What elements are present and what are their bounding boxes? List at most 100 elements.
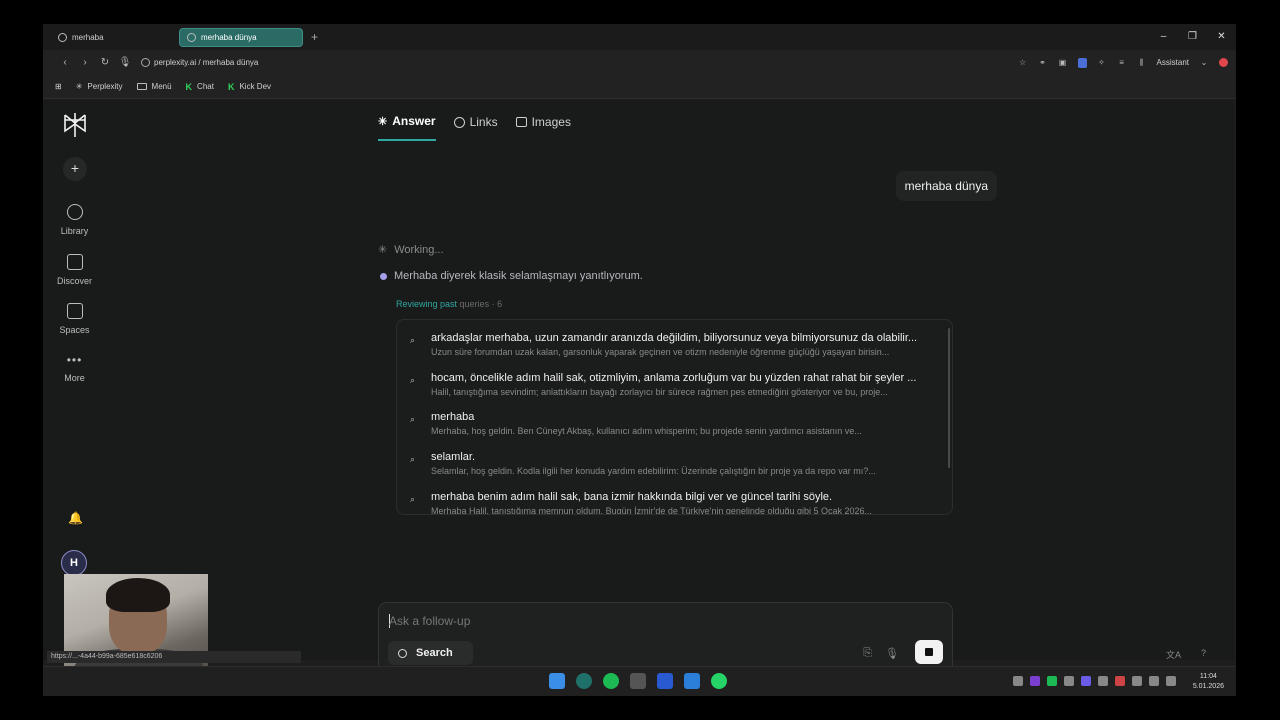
- webcam-hair: [106, 578, 170, 612]
- sidebar-item-label: Discover: [56, 276, 92, 286]
- bookmark-star-icon[interactable]: ☆: [1018, 58, 1028, 67]
- tray-chevron-icon[interactable]: [1013, 676, 1023, 686]
- kick-icon: K: [227, 81, 235, 92]
- tray-settings-icon[interactable]: [1064, 676, 1074, 686]
- arc-app-icon[interactable]: [657, 673, 673, 689]
- browser-tab-merhaba[interactable]: merhaba: [51, 28, 175, 47]
- perplexity-icon: ✳: [75, 82, 83, 91]
- step-dot-icon: [380, 272, 387, 280]
- minimize-button[interactable]: –: [1149, 24, 1178, 50]
- stop-button[interactable]: [915, 640, 943, 664]
- screenshot-icon[interactable]: ▣: [1058, 58, 1068, 67]
- windows-taskbar: 11:04 5.01.2026: [43, 666, 1236, 696]
- perplexity-logo-icon[interactable]: [63, 112, 87, 138]
- tray-spotify-icon[interactable]: [1047, 676, 1057, 686]
- past-queries-list[interactable]: ⌕ arkadaşlar merhaba, uzun zamandır aran…: [396, 319, 953, 515]
- whatsapp-icon[interactable]: [711, 673, 727, 689]
- url-field[interactable]: perplexity.ai / merhaba dünya: [141, 58, 258, 67]
- close-window-button[interactable]: ✕: [1207, 24, 1236, 50]
- bookmark-chat[interactable]: K Chat: [186, 82, 214, 92]
- more-icon: •••: [66, 353, 83, 367]
- url-text: perplexity.ai / merhaba dünya: [154, 58, 259, 67]
- tab-bar: merhaba merhaba dünya + – ❐ ✕: [43, 24, 1236, 50]
- browser-app-icon[interactable]: [576, 673, 592, 689]
- microphone-icon[interactable]: 🎙: [885, 647, 899, 660]
- extensions-icon[interactable]: ✧: [1097, 58, 1107, 67]
- search-doc-icon: ⌕: [410, 414, 416, 424]
- link-icon[interactable]: ⚭: [1038, 58, 1048, 67]
- tab-label: merhaba: [72, 32, 104, 42]
- perplexity-app: + Library Discover Spaces ••• More 🔔 H ✳…: [43, 100, 1234, 674]
- reviewing-queries-label: Reviewing past queries · 6: [396, 299, 503, 309]
- site-info-icon[interactable]: [141, 58, 150, 67]
- tray-red-icon[interactable]: [1115, 676, 1125, 686]
- mic-icon[interactable]: 🎙: [115, 57, 135, 68]
- status-bar-url: https://...-4a44-b99a-685e618c6206: [47, 651, 301, 663]
- restore-button[interactable]: ❐: [1178, 24, 1207, 50]
- taskbar-apps: [549, 673, 727, 689]
- notifications-bell-icon[interactable]: 🔔: [68, 511, 83, 525]
- sidebar-item-more[interactable]: ••• More: [43, 353, 106, 383]
- search-doc-icon: ⌕: [410, 335, 416, 345]
- bookmarks-bar: ⊞ ✳ Perplexity Menü K Chat K Kick Dev: [43, 75, 1236, 99]
- volume-icon[interactable]: [1149, 676, 1159, 686]
- bookmark-menu[interactable]: Menü: [136, 82, 172, 91]
- assistant-button[interactable]: Assistant: [1157, 58, 1189, 67]
- sidebar-item-label: Library: [60, 226, 89, 236]
- audio-icon[interactable]: ⫼: [1137, 58, 1147, 68]
- bookmark-kick-dev[interactable]: K Kick Dev: [228, 82, 271, 92]
- tab-label: merhaba dünya: [201, 32, 257, 42]
- new-thread-button[interactable]: +: [63, 157, 87, 181]
- battery-icon[interactable]: [1166, 676, 1176, 686]
- tab-images[interactable]: Images: [515, 114, 571, 141]
- extension-shield-icon[interactable]: [1077, 57, 1087, 68]
- vscode-icon[interactable]: [684, 673, 700, 689]
- follow-up-input[interactable]: Ask a follow-up: [389, 614, 470, 628]
- toolbar-right: ☆ ⚭ ▣ ✧ ≡ ⫼ Assistant ⌄: [1018, 50, 1228, 75]
- sidebar-item-spaces[interactable]: Spaces: [43, 303, 106, 335]
- avatar[interactable]: H: [61, 550, 87, 576]
- sidebar-item-discover[interactable]: Discover: [43, 254, 106, 286]
- search-doc-icon: ⌕: [410, 454, 416, 464]
- bookmark-perplexity[interactable]: ✳ Perplexity: [76, 82, 123, 91]
- system-tray: [1013, 676, 1176, 686]
- user-message-bubble: merhaba dünya: [895, 171, 997, 201]
- window-controls: – ❐ ✕: [1149, 24, 1236, 50]
- chevron-down-icon[interactable]: ⌄: [1199, 58, 1209, 67]
- discover-icon: [66, 254, 83, 270]
- forward-button[interactable]: ›: [75, 57, 95, 68]
- notepad-icon[interactable]: [630, 673, 646, 689]
- new-tab-button[interactable]: +: [311, 30, 318, 44]
- apps-grid-icon[interactable]: ⊞: [55, 82, 62, 91]
- reasoning-step: Merhaba diyerek klasik selamlaşmayı yanı…: [380, 270, 643, 282]
- help-icon[interactable]: ?: [1201, 648, 1206, 661]
- browser-window: merhaba merhaba dünya + – ❐ ✕ ‹ › ↻ 🎙 pe…: [43, 24, 1236, 696]
- tray-discord-icon[interactable]: [1081, 676, 1091, 686]
- library-icon: [66, 204, 83, 220]
- profile-red-icon[interactable]: [1219, 58, 1228, 67]
- search-mode-button[interactable]: Search: [388, 641, 473, 665]
- wifi-icon[interactable]: [1132, 676, 1142, 686]
- scrollbar[interactable]: [948, 328, 950, 468]
- tab-answer[interactable]: ✳ Answer: [378, 114, 436, 141]
- bottom-right-icons: 文A ?: [1166, 648, 1206, 661]
- back-button[interactable]: ‹: [55, 57, 75, 68]
- taskbar-clock[interactable]: 11:04 5.01.2026: [1193, 672, 1224, 692]
- tray-m-icon[interactable]: [1098, 676, 1108, 686]
- windows-start-icon[interactable]: [549, 673, 565, 689]
- reload-button[interactable]: ↻: [95, 57, 115, 68]
- tab-links[interactable]: Links: [453, 114, 498, 141]
- stop-icon: [925, 648, 933, 656]
- folder-icon: [136, 83, 147, 90]
- perplexity-favicon-icon: [58, 32, 67, 42]
- sidebar-item-library[interactable]: Library: [43, 204, 106, 236]
- globe-icon: [453, 116, 465, 128]
- spotify-icon[interactable]: [603, 673, 619, 689]
- language-icon[interactable]: 文A: [1166, 648, 1181, 661]
- attach-icon[interactable]: ⎘: [863, 647, 872, 660]
- menu-lines-icon[interactable]: ≡: [1117, 58, 1127, 67]
- tray-app-icon[interactable]: [1030, 676, 1040, 686]
- browser-tab-merhaba-dunya[interactable]: merhaba dünya: [179, 27, 303, 47]
- address-bar: ‹ › ↻ 🎙 perplexity.ai / merhaba dünya ☆ …: [43, 50, 1236, 75]
- perplexity-favicon-icon: [187, 32, 196, 42]
